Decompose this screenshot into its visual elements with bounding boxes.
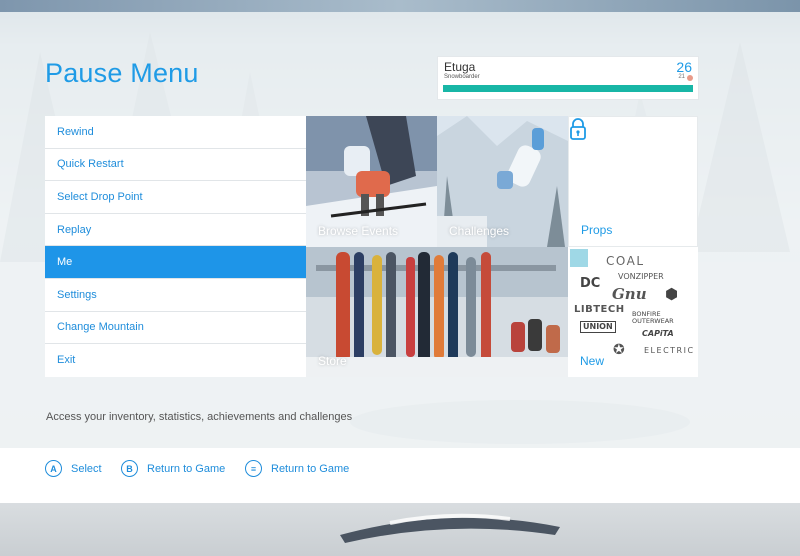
lock-icon [570, 118, 586, 140]
menu-item-exit[interactable]: Exit [45, 344, 306, 377]
tile-label-props: Props [581, 223, 613, 237]
tile-label-challenges: Challenges [449, 224, 510, 238]
return-to-game-label-b: Return to Game [147, 462, 226, 475]
menu-item-settings[interactable]: Settings [45, 279, 306, 312]
menu-item-quick-restart[interactable]: Quick Restart [45, 149, 306, 182]
pause-menu-list: Rewind Quick Restart Select Drop Point R… [45, 116, 306, 377]
menu-button-icon: ≡ [245, 460, 262, 477]
tile-label-store: Store [318, 354, 347, 368]
tile-props[interactable]: Props [568, 116, 698, 247]
menu-item-me[interactable]: Me [45, 246, 306, 279]
page-title: Pause Menu [45, 58, 199, 88]
sky-strip [0, 0, 800, 12]
snowboard-silhouette [340, 513, 560, 543]
player-card: Etuga Snowboarder 26 21 [438, 57, 698, 99]
select-hint[interactable]: A Select [45, 460, 102, 477]
controller-hints: A Select B Return to Game ≡ Return to Ga… [0, 448, 800, 503]
player-name: Etuga [444, 60, 476, 74]
brand-bonfire-logo: BONFIRE OUTERWEAR [632, 311, 674, 325]
selection-description: Access your inventory, statistics, achie… [46, 411, 353, 423]
return-to-game-label-menu: Return to Game [271, 462, 350, 475]
tile-browse-events[interactable]: Browse Events [306, 116, 437, 247]
return-to-game-hint-menu[interactable]: ≡ Return to Game [245, 460, 349, 477]
next-level-icon [687, 75, 693, 81]
brand-union-logo: UNION [580, 321, 616, 333]
menu-item-rewind[interactable]: Rewind [45, 116, 306, 149]
xp-bar [443, 85, 693, 92]
brand-libtech-logo: LIBTECH [574, 304, 625, 315]
player-class: Snowboarder [444, 74, 480, 80]
brand-electric-logo: ELECTRIC [644, 346, 695, 355]
next-level: 21 [678, 74, 685, 80]
new-badge-icon [570, 249, 588, 267]
return-to-game-hint-b[interactable]: B Return to Game [121, 460, 225, 477]
b-button-icon: B [121, 460, 138, 477]
brand-vonzipper-logo: VONZIPPER [618, 272, 664, 281]
brand-coal-logo: COAL [606, 254, 645, 268]
tile-label-new: New [580, 354, 605, 368]
tile-store[interactable]: Store [306, 247, 568, 377]
brand-hex-icon: ⬢ [665, 285, 679, 303]
brand-outerwear-text: OUTERWEAR [632, 316, 674, 325]
menu-item-select-drop-point[interactable]: Select Drop Point [45, 181, 306, 214]
menu-item-replay[interactable]: Replay [45, 214, 306, 247]
menu-item-change-mountain[interactable]: Change Mountain [45, 312, 306, 345]
tile-new[interactable]: COAL DC VONZIPPER Gnu ⬢ LIBTECH BONFIRE … [568, 247, 698, 377]
brand-star-icon: ✪ [613, 342, 625, 358]
brand-capita-logo: CAPiTA [642, 329, 674, 338]
player-level: 26 [676, 59, 692, 75]
tile-label-browse-events: Browse Events [318, 224, 399, 238]
select-hint-label: Select [71, 462, 102, 475]
tile-challenges[interactable]: Challenges [437, 116, 568, 247]
brand-gnu-logo: Gnu [612, 285, 647, 303]
a-button-icon: A [45, 460, 62, 477]
brand-dc-logo: DC [580, 276, 601, 291]
xp-bar-fill [443, 85, 693, 92]
